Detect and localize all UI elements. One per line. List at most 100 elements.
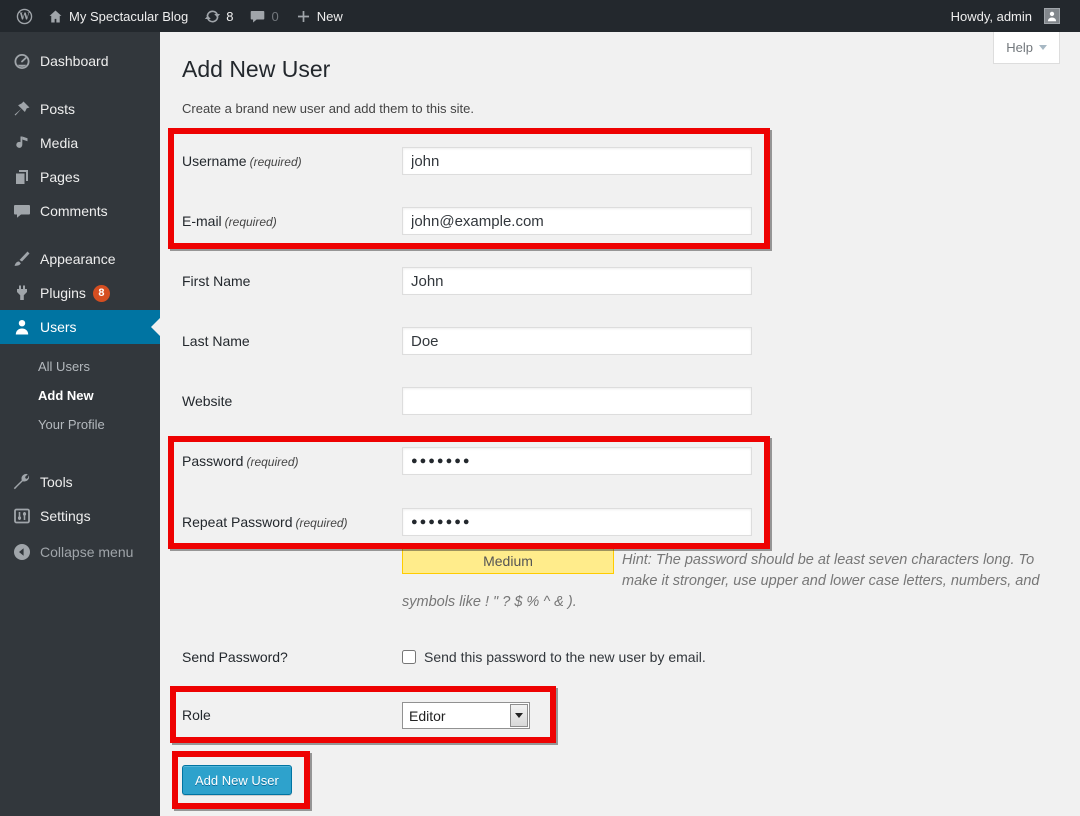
send-password-label: Send Password?: [182, 644, 402, 670]
sidebar-item-label: Plugins: [40, 285, 86, 301]
sidebar-item-comments[interactable]: Comments: [0, 194, 160, 228]
password-input[interactable]: [402, 447, 752, 475]
avatar: [1044, 8, 1060, 24]
page-title: Add New User: [160, 32, 1080, 84]
sidebar-item-media[interactable]: Media: [0, 126, 160, 160]
sidebar-item-label: Dashboard: [40, 53, 109, 69]
submenu-item-your-profile[interactable]: Your Profile: [0, 410, 160, 439]
comments-icon: [12, 201, 32, 221]
sidebar-item-dashboard[interactable]: Dashboard: [0, 44, 160, 78]
sidebar-item-pages[interactable]: Pages: [0, 160, 160, 194]
role-select[interactable]: Editor: [402, 702, 530, 729]
submenu-item-all-users[interactable]: All Users: [0, 352, 160, 381]
admin-sidebar: Dashboard Posts Media Pages Comments App…: [0, 32, 160, 816]
first-name-label: First Name: [182, 267, 402, 295]
sidebar-item-label: Appearance: [40, 251, 116, 267]
last-name-input[interactable]: [402, 327, 752, 355]
dropdown-arrow-icon: [510, 704, 528, 727]
email-input[interactable]: [402, 207, 752, 235]
sidebar-item-label: Tools: [40, 474, 73, 490]
sidebar-item-label: Users: [40, 319, 77, 335]
collapse-menu-label: Collapse menu: [40, 544, 133, 560]
new-label: New: [317, 9, 343, 24]
updates-link[interactable]: 8: [196, 0, 241, 32]
paintbrush-icon: [12, 249, 32, 269]
sidebar-item-label: Media: [40, 135, 78, 151]
updates-icon: [204, 8, 221, 25]
main-content: Help Add New User Create a brand new use…: [160, 32, 1080, 816]
role-label: Role: [182, 702, 402, 729]
plus-icon: [295, 8, 312, 25]
pushpin-icon: [12, 99, 32, 119]
username-input[interactable]: [402, 147, 752, 175]
help-label: Help: [1006, 40, 1033, 55]
users-submenu: All Users Add New Your Profile: [0, 344, 160, 451]
website-label: Website: [182, 387, 402, 415]
last-name-label: Last Name: [182, 327, 402, 355]
home-icon: [47, 8, 64, 25]
howdy-text: Howdy, admin: [951, 9, 1032, 24]
wordpress-logo-icon[interactable]: W: [10, 0, 39, 32]
email-label: E-mail(required): [182, 207, 402, 236]
repeat-password-row: Repeat Password(required): [182, 508, 752, 537]
dashboard-icon: [12, 51, 32, 71]
user-icon: [12, 317, 32, 337]
wrench-icon: [12, 472, 32, 492]
sidebar-item-settings[interactable]: Settings: [0, 499, 160, 533]
role-row: Role Editor: [182, 702, 530, 729]
sidebar-item-plugins[interactable]: Plugins 8: [0, 276, 160, 310]
user-avatar-icon: [1045, 9, 1059, 23]
sidebar-item-users[interactable]: Users: [0, 310, 160, 344]
chevron-down-icon: [1039, 45, 1047, 50]
site-name-link[interactable]: My Spectacular Blog: [39, 0, 196, 32]
send-password-row: Send Password? Send this password to the…: [182, 644, 706, 670]
help-tab-button[interactable]: Help: [993, 32, 1060, 64]
submit-row: Add New User: [182, 765, 292, 795]
sidebar-item-label: Settings: [40, 508, 91, 524]
send-password-checkbox[interactable]: [402, 650, 416, 664]
comment-bubble-icon: [249, 8, 266, 25]
repeat-password-input[interactable]: [402, 508, 752, 536]
comments-link[interactable]: 0: [241, 0, 286, 32]
role-selected-value: Editor: [403, 703, 509, 728]
menu-separator: [0, 228, 160, 242]
username-row: Username(required): [182, 147, 752, 176]
svg-text:W: W: [18, 12, 30, 22]
pages-icon: [12, 167, 32, 187]
media-icon: [12, 133, 32, 153]
collapse-arrow-icon: [12, 542, 32, 562]
collapse-menu-button[interactable]: Collapse menu: [0, 535, 160, 569]
first-name-row: First Name: [182, 267, 752, 295]
sidebar-item-appearance[interactable]: Appearance: [0, 242, 160, 276]
my-account-link[interactable]: Howdy, admin: [943, 0, 1068, 32]
website-input[interactable]: [402, 387, 752, 415]
sidebar-item-posts[interactable]: Posts: [0, 92, 160, 126]
submenu-item-add-new[interactable]: Add New: [0, 381, 160, 410]
settings-sliders-icon: [12, 506, 32, 526]
password-row: Password(required): [182, 447, 752, 476]
sidebar-item-label: Posts: [40, 101, 75, 117]
email-row: E-mail(required): [182, 207, 752, 236]
password-strength-block: Medium Hint: The password should be at l…: [402, 548, 1042, 613]
password-strength-meter: Medium: [402, 548, 614, 574]
sidebar-item-label: Pages: [40, 169, 80, 185]
comment-count: 0: [271, 9, 278, 24]
plug-icon: [12, 283, 32, 303]
update-count: 8: [226, 9, 233, 24]
menu-separator: [0, 78, 160, 92]
password-label: Password(required): [182, 447, 402, 476]
website-row: Website: [182, 387, 752, 415]
page-description: Create a brand new user and add them to …: [182, 101, 1080, 116]
menu-separator: [0, 451, 160, 465]
sidebar-item-tools[interactable]: Tools: [0, 465, 160, 499]
send-password-checkbox-label: Send this password to the new user by em…: [424, 649, 706, 665]
new-content-link[interactable]: New: [287, 0, 351, 32]
plugins-update-badge: 8: [93, 285, 110, 302]
username-label: Username(required): [182, 147, 402, 176]
last-name-row: Last Name: [182, 327, 752, 355]
sidebar-item-label: Comments: [40, 203, 108, 219]
first-name-input[interactable]: [402, 267, 752, 295]
add-new-user-button[interactable]: Add New User: [182, 765, 292, 795]
repeat-password-label: Repeat Password(required): [182, 508, 402, 537]
admin-bar: W My Spectacular Blog 8 0 New Howdy, adm…: [0, 0, 1080, 32]
